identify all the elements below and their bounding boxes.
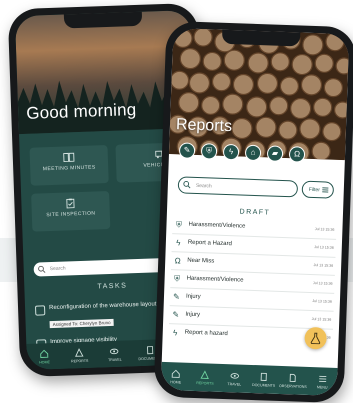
shield-icon: ⛨ xyxy=(175,220,183,230)
nav-reports[interactable]: REPORTS xyxy=(190,369,220,385)
document-icon xyxy=(146,345,153,354)
eye-icon xyxy=(110,348,119,354)
report-type-actions: ✎ ⛨ ϟ ⌂ ▰ Ω xyxy=(178,142,306,163)
report-name: Report a hazard xyxy=(184,329,228,338)
search-placeholder: Search xyxy=(49,265,66,273)
nav-home[interactable]: HOME xyxy=(161,368,191,384)
menu-icon xyxy=(318,375,327,382)
pencil-icon: ✎ xyxy=(172,310,180,320)
report-date: Jul 13 15:36 xyxy=(312,299,332,304)
site-inspection-tile[interactable]: SITE INSPECTION xyxy=(31,190,111,232)
building-icon[interactable]: ⌂ xyxy=(244,144,262,162)
task-text: Reconfiguration of the warehouse layout xyxy=(48,301,157,312)
lightning-icon: ϟ xyxy=(172,328,178,338)
filter-label: Filter xyxy=(308,186,321,194)
log-pile-pattern xyxy=(168,28,350,161)
truck-icon[interactable]: ▰ xyxy=(266,145,284,162)
warning-icon xyxy=(75,347,84,357)
reports-phone: Reports ✎ ⛨ ϟ ⌂ ▰ Ω Search Filter DRAFT … xyxy=(153,20,353,403)
nav-label: MENU xyxy=(316,384,328,390)
nav-label: OBSERVATIONS xyxy=(278,383,307,389)
search-icon xyxy=(183,181,191,189)
nav-observations[interactable]: OBSERVATIONS xyxy=(278,372,308,388)
lightning-icon[interactable]: ϟ xyxy=(222,143,240,161)
filter-icon xyxy=(322,187,329,193)
warning-icon xyxy=(200,369,210,379)
task-checkbox[interactable] xyxy=(34,305,46,316)
nav-documents[interactable]: DOCUMENTS xyxy=(249,371,279,387)
nav-label: DOCUMENTS xyxy=(251,382,276,388)
file-icon xyxy=(290,373,297,382)
nav-label: TRAVEL xyxy=(227,381,242,387)
horseshoe-icon: Ω xyxy=(174,256,181,266)
nav-travel[interactable]: TRAVEL xyxy=(99,346,130,362)
report-name: Injury xyxy=(185,293,201,301)
phone-notch xyxy=(63,11,143,29)
greeting-title: Good morning xyxy=(25,100,137,123)
shield-icon: ⛨ xyxy=(173,274,181,284)
book-icon xyxy=(63,152,75,163)
nav-home[interactable]: HOME xyxy=(29,348,60,364)
nav-label: HOME xyxy=(39,359,51,365)
assigned-badge: Assigned To: Cherylyn Bruno xyxy=(49,318,114,329)
report-date: Jul 13 15:36 xyxy=(312,281,333,286)
report-date: Jul 13 15:36 xyxy=(314,227,335,232)
bottom-nav: HOME REPORTS TRAVEL DOCUMENTS OBSERVATIO… xyxy=(160,361,338,396)
flask-icon xyxy=(310,332,321,345)
report-date: Jul 13 15:36 xyxy=(313,263,334,268)
eye-icon xyxy=(230,372,239,379)
nav-label: REPORTS xyxy=(196,380,214,386)
tile-label: SITE INSPECTION xyxy=(46,210,96,219)
report-date: Jul 13 15:36 xyxy=(311,317,332,322)
nav-menu[interactable]: MENU xyxy=(308,373,338,389)
search-input[interactable]: Search xyxy=(177,176,299,198)
report-name: Harassment/Violence xyxy=(188,221,246,230)
horseshoe-icon[interactable]: Ω xyxy=(288,146,306,163)
report-date: Jul 13 15:36 xyxy=(314,245,334,250)
shield-icon[interactable]: ⛨ xyxy=(200,143,218,160)
reports-screen: Reports ✎ ⛨ ϟ ⌂ ▰ Ω Search Filter DRAFT … xyxy=(160,28,350,396)
nav-label: REPORTS xyxy=(70,358,89,363)
report-name: Injury xyxy=(185,311,201,319)
tile-label: MEETING MINUTES xyxy=(42,164,96,173)
search-input[interactable]: Search xyxy=(33,257,178,277)
home-icon xyxy=(40,349,49,358)
meeting-minutes-tile[interactable]: MEETING MINUTES xyxy=(29,145,109,186)
document-icon xyxy=(260,372,267,381)
phone-notch xyxy=(221,29,301,47)
nav-reports[interactable]: REPORTS xyxy=(64,347,95,363)
page-title: Reports xyxy=(175,116,233,136)
report-name: Report a Hazard xyxy=(187,239,232,248)
pencil-icon: ✎ xyxy=(172,292,180,302)
search-placeholder: Search xyxy=(195,182,212,190)
search-icon xyxy=(38,265,46,273)
clipboard-icon xyxy=(66,198,75,209)
report-name: Near Miss xyxy=(187,257,215,265)
log-pile-header-image: Reports xyxy=(168,28,350,161)
filter-button[interactable]: Filter xyxy=(301,180,335,199)
report-name: Harassment/Violence xyxy=(186,275,244,284)
nav-label: HOME xyxy=(170,379,182,385)
home-icon xyxy=(171,369,180,378)
nav-travel[interactable]: TRAVEL xyxy=(220,370,250,386)
lightning-icon: ϟ xyxy=(176,238,181,248)
pencil-icon[interactable]: ✎ xyxy=(178,142,196,159)
nav-label: TRAVEL xyxy=(107,357,122,362)
